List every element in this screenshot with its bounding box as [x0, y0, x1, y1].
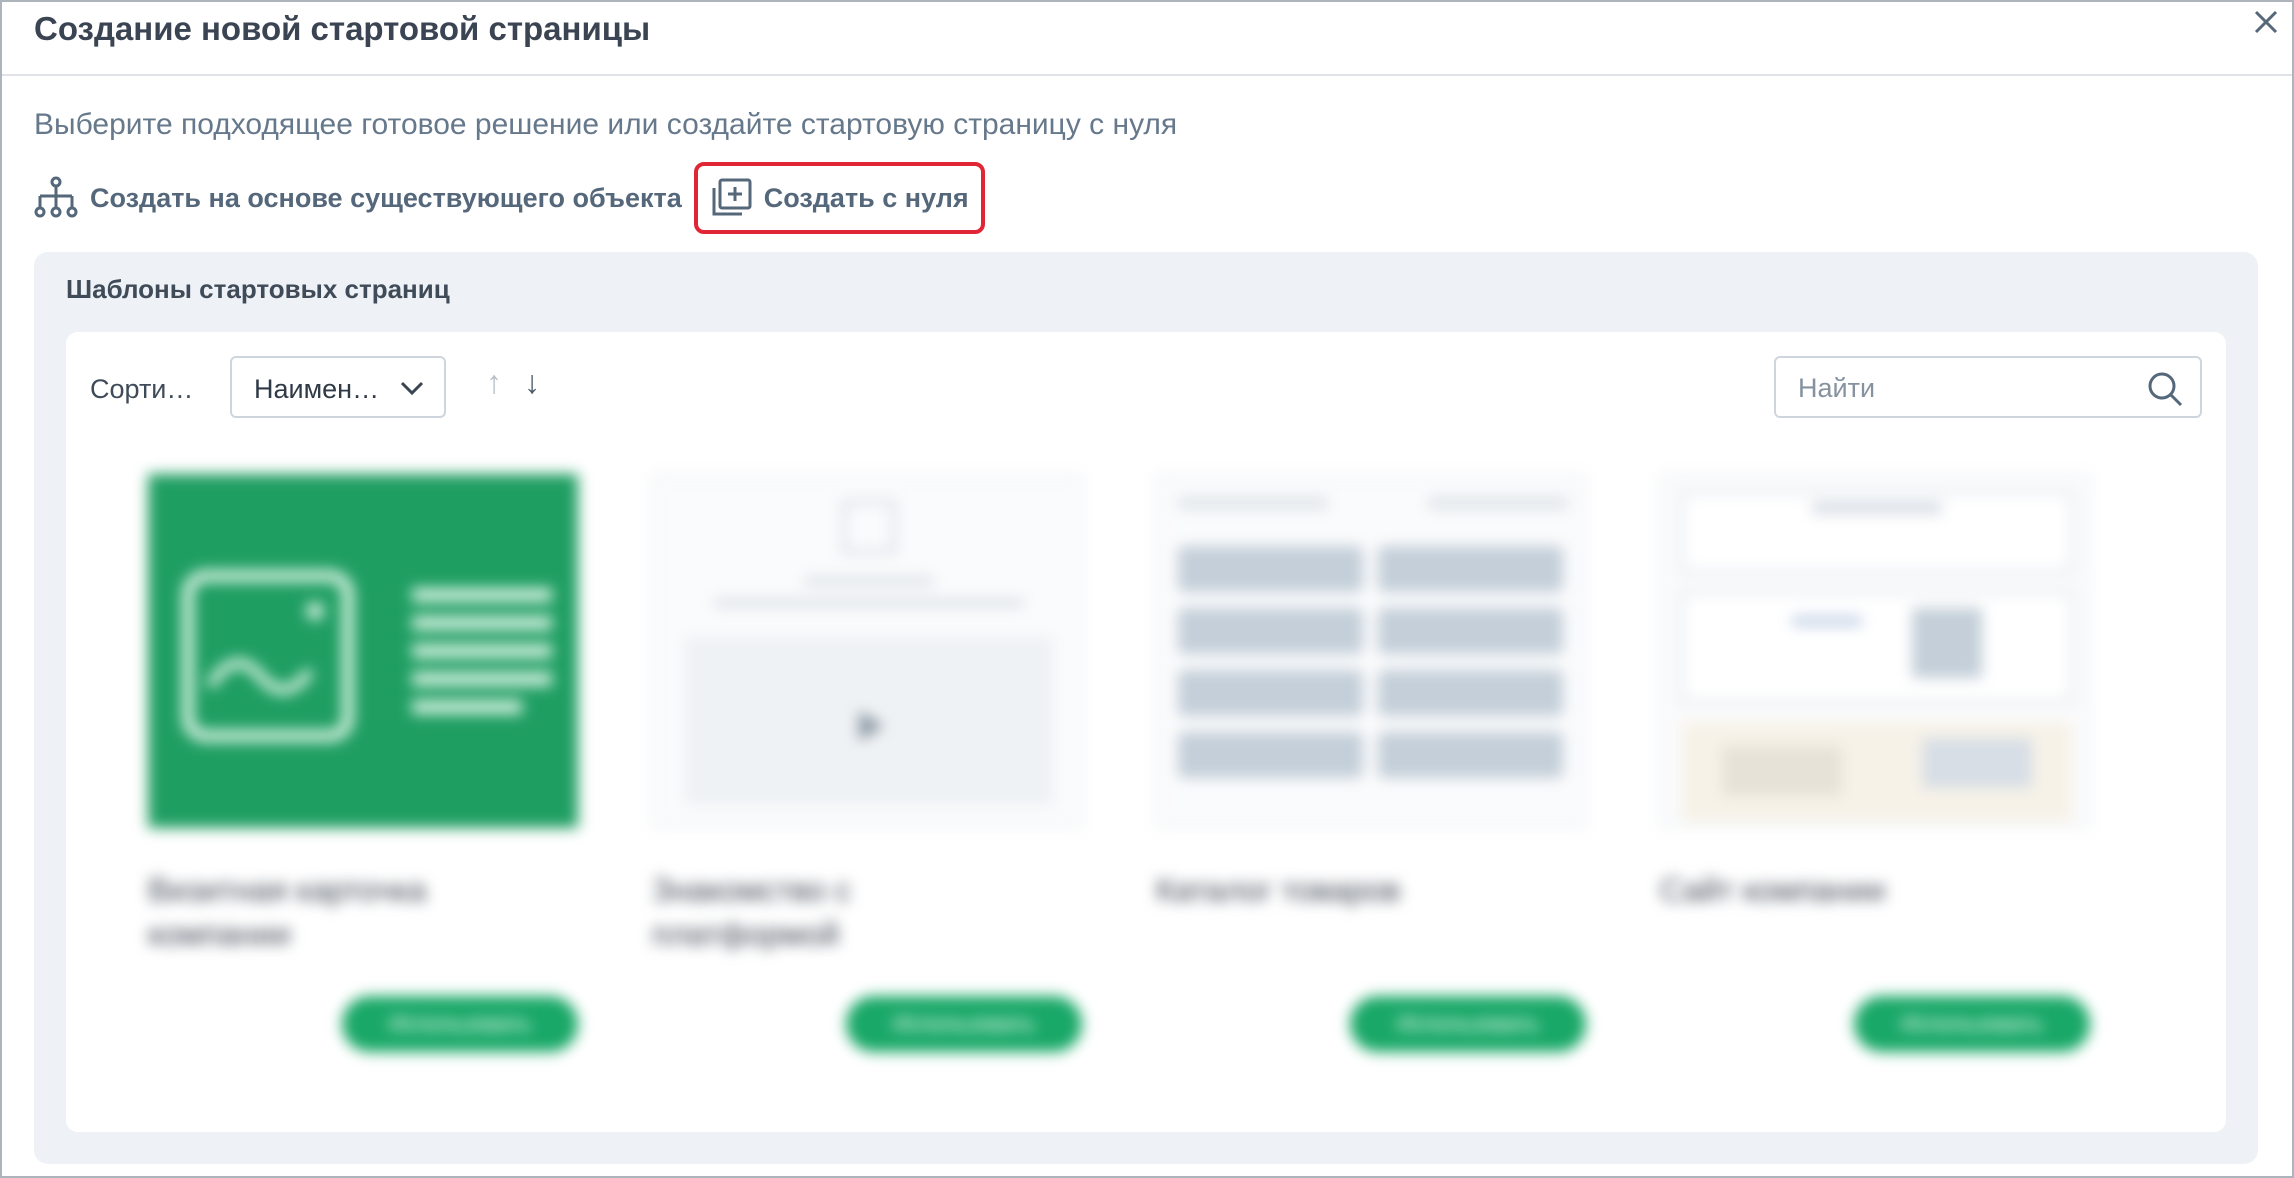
- sort-descending-button[interactable]: ↓: [524, 364, 540, 401]
- use-template-button[interactable]: Использовать: [1350, 996, 1586, 1052]
- sort-select-value: Наимен…: [254, 374, 380, 404]
- create-from-scratch-label: Создать с нуля: [763, 182, 969, 213]
- chevron-down-icon: [400, 381, 424, 396]
- template-cards: Визитная карточка компании Использовать: [138, 462, 2138, 1062]
- create-actions: Создать на основе существующего объекта …: [34, 160, 985, 236]
- create-start-page-dialog: Создание новой стартовой страницы Выбери…: [0, 0, 2294, 1178]
- close-button[interactable]: [2248, 4, 2284, 40]
- dialog-subtitle: Выберите подходящее готовое решение или …: [34, 108, 1178, 141]
- use-template-button[interactable]: Использовать: [1854, 996, 2090, 1052]
- template-card-title: Сайт компании: [1660, 872, 1886, 908]
- template-thumbnail: [652, 474, 1082, 828]
- template-card[interactable]: Визитная карточка компании Использовать: [138, 462, 578, 1062]
- create-from-existing-label: Создать на основе существующего объекта: [90, 182, 682, 213]
- sort-select[interactable]: Наимен…: [230, 356, 446, 418]
- dialog-header: Создание новой стартовой страницы: [2, 2, 2292, 76]
- search-icon[interactable]: [2146, 370, 2184, 408]
- templates-section-title: Шаблоны стартовых страниц: [66, 274, 450, 304]
- hierarchy-icon: [34, 176, 78, 218]
- templates-section: Шаблоны стартовых страниц Сорти… Наимен……: [34, 252, 2258, 1164]
- dialog-title: Создание новой стартовой страницы: [34, 10, 651, 47]
- create-from-scratch-button[interactable]: Создать с нуля: [693, 162, 985, 234]
- sort-label: Сорти…: [90, 374, 194, 404]
- sort-ascending-button[interactable]: ↑: [486, 364, 502, 401]
- search-input[interactable]: [1798, 370, 2128, 406]
- templates-panel: Сорти… Наимен… ↑ ↓ Найти Визитная карточ…: [66, 332, 2226, 1132]
- create-from-existing-button[interactable]: Создать на основе существующего объекта: [34, 176, 682, 220]
- search-field[interactable]: [1774, 356, 2202, 418]
- template-thumbnail: [1156, 474, 1586, 828]
- template-card-title: Знакомство с платформой: [652, 872, 851, 952]
- template-card-title: Каталог товаров: [1156, 872, 1401, 908]
- template-card-title: Визитная карточка компании: [148, 872, 427, 952]
- template-card[interactable]: Сайт компании Использовать: [1650, 462, 2090, 1062]
- add-page-icon: [712, 178, 752, 216]
- use-template-button[interactable]: Использовать: [846, 996, 1082, 1052]
- template-card[interactable]: Знакомство с платформой Использовать: [642, 462, 1082, 1062]
- use-template-button[interactable]: Использовать: [342, 996, 578, 1052]
- template-thumbnail: [148, 474, 578, 828]
- close-icon: [2254, 10, 2278, 34]
- template-card[interactable]: Каталог товаров Использовать: [1146, 462, 1586, 1062]
- template-thumbnail: [1660, 474, 2090, 828]
